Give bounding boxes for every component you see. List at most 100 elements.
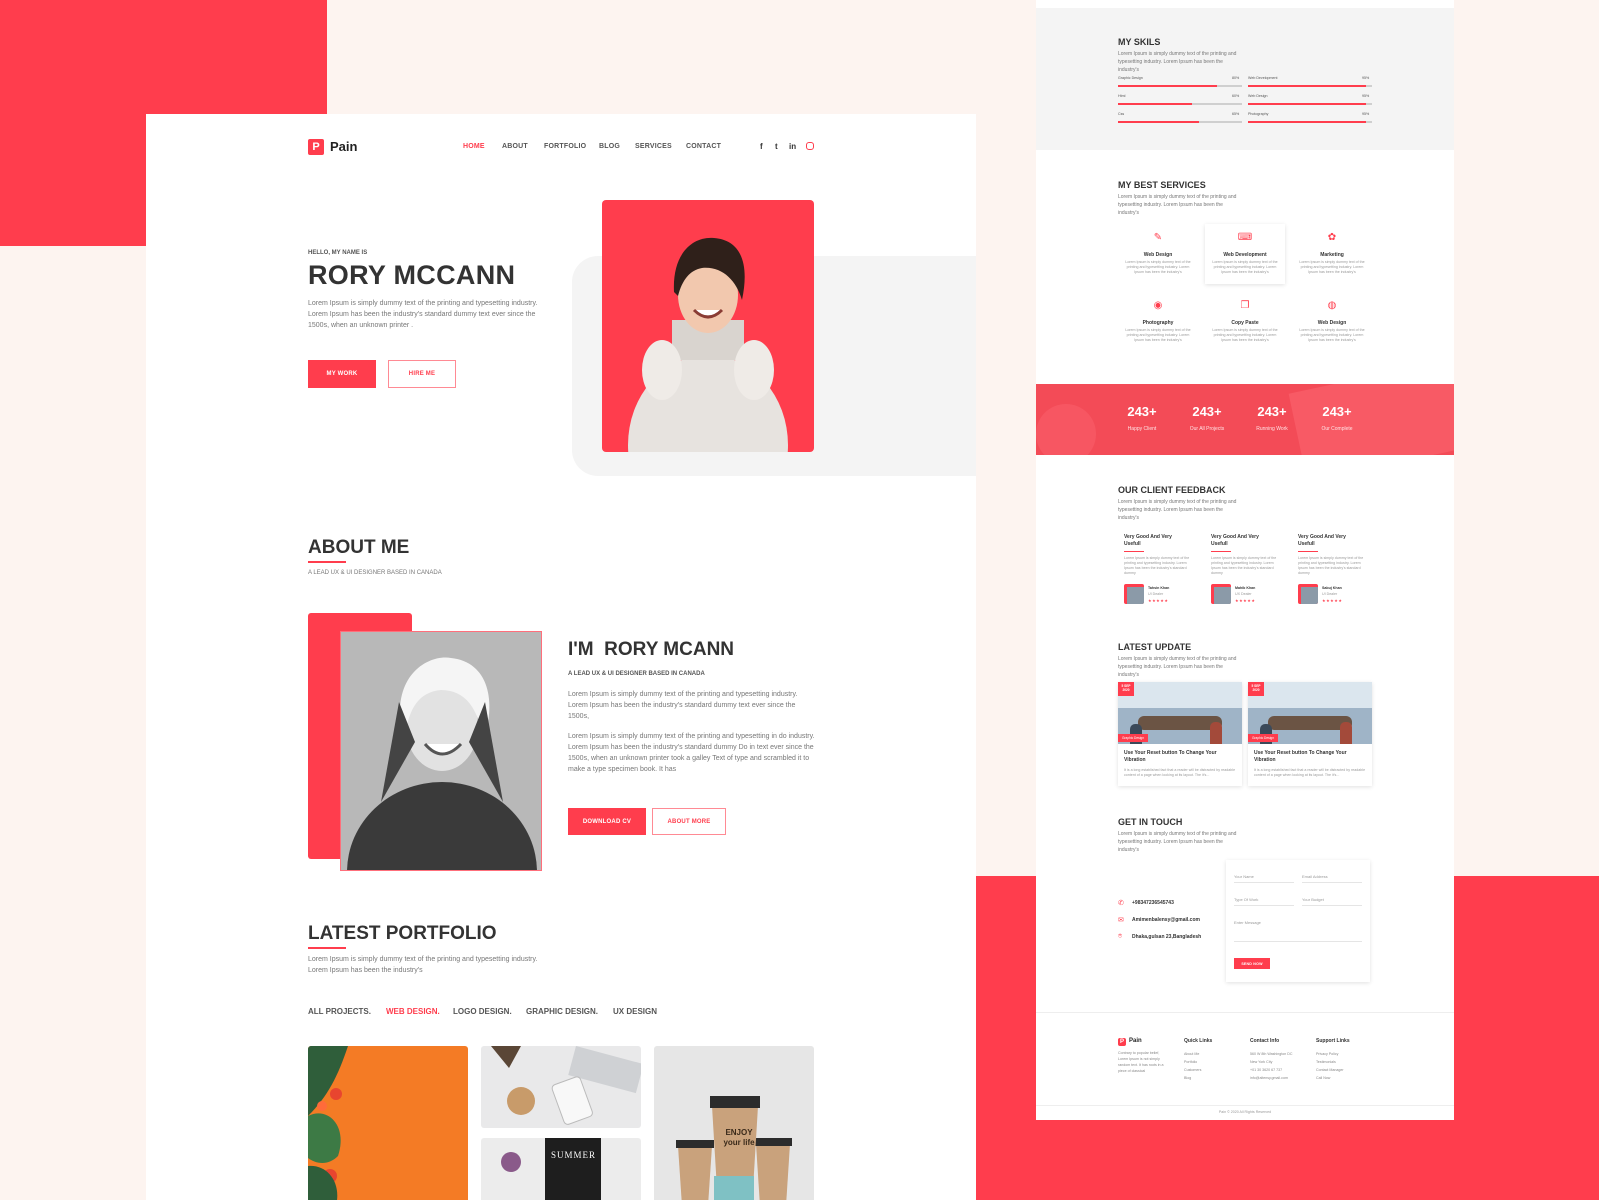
footer-link[interactable]: 560 W 8th Washington DC (1250, 1050, 1292, 1058)
filter-all-projects[interactable]: ALL PROJECTS. (308, 1007, 371, 1016)
hero-greeting: HELLO, MY NAME IS (308, 250, 368, 256)
service-card[interactable]: ✎ Web Design Lorem Ipsum is simply dummy t… (1118, 224, 1198, 284)
nav-home[interactable]: HOME (463, 143, 485, 150)
about-paragraph-2: Lorem Ipsum is simply dummy text of the … (568, 733, 815, 773)
name-field[interactable]: Your Name (1234, 874, 1294, 883)
footer-link[interactable]: +01 30 3620 67 737 (1250, 1066, 1282, 1074)
hire-me-button[interactable]: HIRE ME (388, 360, 456, 388)
update-tag: Graphic Design (1248, 734, 1278, 742)
footer-link[interactable]: Customers (1184, 1066, 1201, 1074)
service-card[interactable]: ⌨ Web Development Lorem Ipsum is simply du… (1205, 224, 1285, 284)
reviewer-role: UX Dealer (1235, 592, 1252, 596)
landing-page-hero: P Pain HOME ABOUT FORTFOLIO BLOG SERVICE… (146, 114, 976, 1200)
portfolio-item-cups[interactable]: ENJOY your life (654, 1046, 814, 1200)
contact-phone[interactable]: +98347236545743 (1132, 900, 1174, 906)
skill-label: Html (1118, 94, 1126, 98)
camera-icon: ◉ (1153, 300, 1163, 311)
feedback-card[interactable]: Very Good And Very Usefull Lorem Ipsum is… (1292, 524, 1372, 612)
footer-logo-text[interactable]: Pain (1129, 1038, 1142, 1044)
contact-email[interactable]: Amimenbalensy@gmail.com (1132, 917, 1200, 923)
feedback-card[interactable]: Very Good And Very Usefull Lorem Ipsum is… (1205, 524, 1285, 612)
filter-logo-design[interactable]: LOGO DESIGN. (453, 1007, 512, 1016)
skills-description: Lorem Ipsum is simply dummy text of the … (1118, 51, 1237, 73)
service-description: Lorem Ipsum is simply dummy text of the … (1212, 260, 1278, 274)
nav-portfolio[interactable]: FORTFOLIO (544, 143, 586, 150)
desk-illustration (491, 1046, 641, 1125)
my-work-button[interactable]: MY WORK (308, 360, 376, 388)
nav-blog[interactable]: BLOG (599, 143, 620, 150)
footer-link[interactable]: Call Now (1316, 1074, 1330, 1082)
instagram-icon[interactable] (806, 142, 814, 150)
logo-text[interactable]: Pain (330, 139, 357, 154)
skills-section (1036, 8, 1454, 150)
send-now-button[interactable]: SEND NOW (1234, 958, 1270, 969)
about-photo (340, 631, 542, 871)
feedback-underline (1124, 551, 1144, 552)
skill-label: Photography (1248, 112, 1269, 116)
filter-ux-design[interactable]: UX DESIGN (613, 1007, 657, 1016)
twitter-icon[interactable]: t (775, 142, 778, 151)
nav-contact[interactable]: CONTACT (686, 143, 721, 150)
facebook-icon[interactable]: f (760, 142, 763, 151)
about-more-button[interactable]: ABOUT MORE (652, 808, 726, 835)
service-card[interactable]: ◍ Web Design Lorem Ipsum is simply dummy t… (1292, 292, 1372, 352)
footer-link[interactable]: Contact Manager (1316, 1066, 1344, 1074)
footer-link[interactable]: info@altensy.gmail.com (1250, 1074, 1288, 1082)
update-title[interactable]: Use Your Reset button To Change Your Vib… (1124, 750, 1234, 764)
coffee-cups-illustration (676, 1096, 792, 1200)
footer-copyright: Pain © 2020 All Rights Reserved (1218, 1110, 1272, 1114)
service-description: Lorem Ipsum is simply dummy text of the … (1212, 328, 1278, 342)
portfolio-item-summer[interactable]: SUMMER (481, 1138, 641, 1200)
skill-label: Graphic Design (1118, 76, 1143, 80)
filter-graphic-design[interactable]: GRAPHIC DESIGN. (526, 1007, 598, 1016)
update-card[interactable]: 5 SEP 2020 Graphic Design Use Your Reset b… (1118, 682, 1242, 786)
update-card[interactable]: 5 SEP 2020 Graphic Design Use Your Reset b… (1248, 682, 1372, 786)
feedback-text: Lorem Ipsum is simply dummy text of the … (1298, 556, 1364, 575)
nav-services[interactable]: SERVICES (635, 143, 672, 150)
feedback-heading: Very Good And Very Usefull (1124, 534, 1172, 547)
work-type-field[interactable]: Type Of Work (1234, 897, 1294, 906)
footer-column-title: Contact Info (1250, 1038, 1280, 1044)
feedback-text: Lorem Ipsum is simply dummy text of the … (1124, 556, 1190, 575)
filter-web-design[interactable]: WEB DESIGN. (386, 1007, 440, 1016)
cup-text: ENJOY your life (723, 1128, 755, 1147)
portfolio-item-orange[interactable] (308, 1046, 468, 1200)
service-title: Web Design (1143, 252, 1173, 258)
nav-about[interactable]: ABOUT (502, 143, 528, 150)
star-rating: ★★★★★ (1235, 598, 1256, 603)
footer-link[interactable]: About Me (1184, 1050, 1199, 1058)
footer-link[interactable]: Privacy Policy (1316, 1050, 1338, 1058)
copy-icon: ❐ (1240, 300, 1250, 311)
service-card[interactable]: ✿ Marketing Lorem Ipsum is simply dummy te… (1292, 224, 1372, 284)
feedback-card[interactable]: Very Good And Very Usefull Lorem Ipsum is… (1118, 524, 1198, 612)
service-card[interactable]: ◉ Photography Lorem Ipsum is simply dummy … (1118, 292, 1198, 352)
plant-illustration (308, 1046, 348, 1200)
about-heading: I'M RORY MCANN (568, 639, 735, 660)
footer-link[interactable]: Testimonials (1316, 1058, 1336, 1066)
message-field[interactable]: Enter Message (1234, 920, 1362, 942)
budget-field[interactable]: Your Budget (1302, 897, 1362, 906)
reviewer-name: Sabuj Khan (1322, 586, 1342, 590)
portfolio-item-desk[interactable] (481, 1046, 641, 1128)
portfolio-title-underline (308, 947, 346, 949)
footer-link[interactable]: New York City (1250, 1058, 1272, 1066)
logo-mark[interactable]: P (308, 139, 324, 155)
skill-bar-fill (1248, 121, 1366, 123)
stat-label: Running Work (1256, 426, 1288, 432)
footer-link[interactable]: Portfolio (1184, 1058, 1197, 1066)
feedback-underline (1211, 551, 1231, 552)
download-cv-button[interactable]: DOWNLOAD CV (568, 808, 646, 835)
office-window (1248, 682, 1372, 708)
skill-bar-fill (1248, 103, 1366, 105)
footer-link[interactable]: Blog (1184, 1074, 1191, 1082)
footer-column-title: Support Links (1316, 1038, 1350, 1044)
skill-percent: 65% (1232, 112, 1240, 116)
update-title[interactable]: Use Your Reset button To Change Your Vib… (1254, 750, 1364, 764)
linkedin-icon[interactable]: in (789, 142, 796, 151)
updates-title: LATEST UPDATE (1118, 642, 1192, 652)
email-field[interactable]: Email Address (1302, 874, 1362, 883)
reviewer-name: Mahib Khan (1235, 586, 1256, 590)
about-subtitle: A LEAD UX & UI DESIGNER BASED IN CANADA (308, 570, 442, 576)
service-card[interactable]: ❐ Copy Paste Lorem Ipsum is simply dummy t… (1205, 292, 1285, 352)
footer-logo-mark[interactable]: P (1118, 1038, 1126, 1046)
